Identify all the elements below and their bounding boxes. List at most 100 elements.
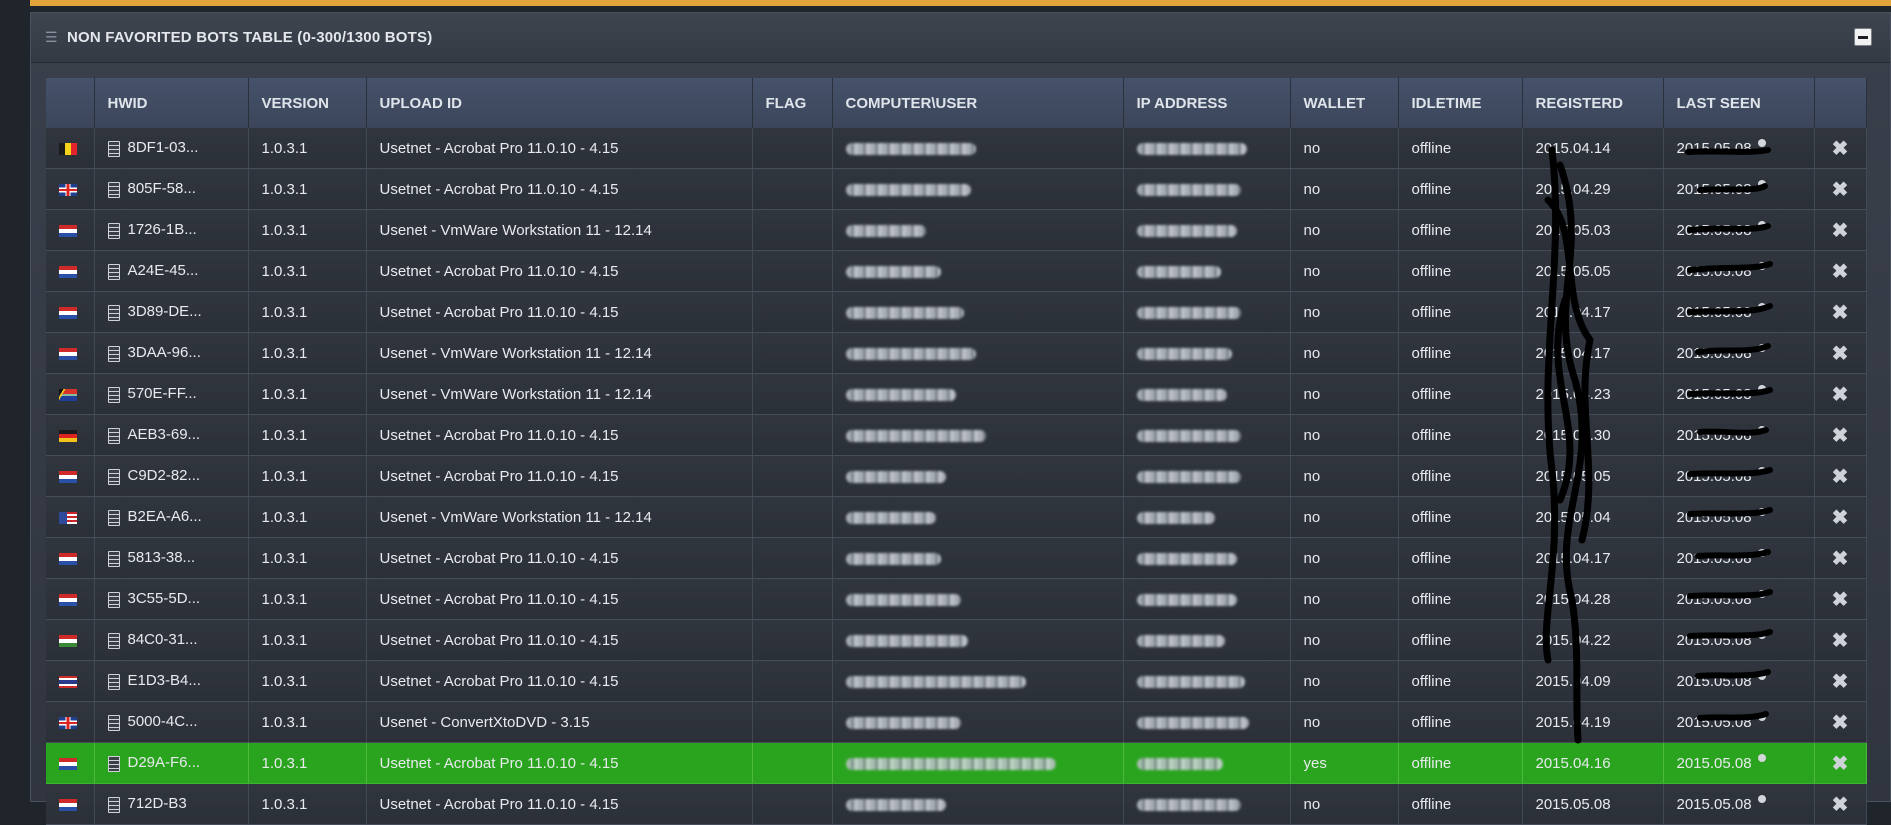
hwid-cell[interactable]: 805F-58...	[94, 168, 249, 210]
delete-button[interactable]: ✖	[1814, 373, 1867, 415]
col-header-flag[interactable]: FLAG	[752, 78, 833, 128]
table-row[interactable]: 84C0-31... 1.0.3.1 Usetnet - Acrobat Pro 1…	[46, 619, 1867, 661]
delete-button[interactable]: ✖	[1814, 619, 1867, 661]
delete-button[interactable]: ✖	[1814, 783, 1867, 825]
close-icon[interactable]: ✖	[1832, 179, 1849, 201]
document-icon[interactable]	[107, 550, 120, 567]
document-icon[interactable]	[107, 673, 120, 690]
delete-button[interactable]: ✖	[1814, 168, 1867, 210]
delete-button[interactable]: ✖	[1814, 250, 1867, 292]
table-row[interactable]: A24E-45... 1.0.3.1 Usetnet - Acrobat Pro 1…	[46, 250, 1867, 292]
document-icon[interactable]	[107, 755, 120, 772]
document-icon[interactable]	[107, 714, 120, 731]
document-icon[interactable]	[107, 181, 120, 198]
col-header-computer-user[interactable]: COMPUTER\USER	[832, 78, 1124, 128]
col-header-hwid[interactable]: HWID	[94, 78, 249, 128]
table-row[interactable]: 1726-1B... 1.0.3.1 Usenet - VmWare Worksta…	[46, 209, 1867, 251]
close-icon[interactable]: ✖	[1832, 466, 1849, 488]
table-row[interactable]: 8DF1-03... 1.0.3.1 Usetnet - Acrobat Pro 1…	[46, 128, 1867, 169]
close-icon[interactable]: ✖	[1832, 794, 1849, 816]
close-icon[interactable]: ✖	[1832, 753, 1849, 775]
close-icon[interactable]: ✖	[1832, 384, 1849, 406]
close-icon[interactable]: ✖	[1832, 671, 1849, 693]
delete-button[interactable]: ✖	[1814, 701, 1867, 743]
col-header-country[interactable]	[46, 78, 95, 128]
table-row[interactable]: E1D3-B4... 1.0.3.1 Usetnet - Acrobat Pro 1…	[46, 660, 1867, 702]
document-icon[interactable]	[107, 386, 120, 403]
delete-button[interactable]: ✖	[1814, 291, 1867, 333]
hwid-cell[interactable]: B2EA-A6...	[94, 496, 249, 538]
upload-id-cell: Usetnet - Acrobat Pro 11.0.10 - 4.15	[366, 168, 753, 210]
close-icon[interactable]: ✖	[1832, 261, 1849, 283]
table-row[interactable]: C9D2-82... 1.0.3.1 Usetnet - Acrobat Pro 1…	[46, 455, 1867, 497]
document-icon[interactable]	[107, 468, 120, 485]
hwid-cell[interactable]: 8DF1-03...	[94, 128, 249, 169]
close-icon[interactable]: ✖	[1832, 712, 1849, 734]
col-header-version[interactable]: VERSION	[248, 78, 367, 128]
delete-button[interactable]: ✖	[1814, 496, 1867, 538]
hwid-cell[interactable]: 570E-FF...	[94, 373, 249, 415]
hwid-cell[interactable]: E1D3-B4...	[94, 660, 249, 702]
table-row[interactable]: 3C55-5D... 1.0.3.1 Usetnet - Acrobat Pro 1…	[46, 578, 1867, 620]
close-icon[interactable]: ✖	[1832, 343, 1849, 365]
document-icon[interactable]	[107, 345, 120, 362]
document-icon[interactable]	[107, 509, 120, 526]
document-icon[interactable]	[107, 304, 120, 321]
close-icon[interactable]: ✖	[1832, 507, 1849, 529]
document-icon[interactable]	[107, 222, 120, 239]
hwid-cell[interactable]: 84C0-31...	[94, 619, 249, 661]
document-icon[interactable]	[107, 427, 120, 444]
delete-button[interactable]: ✖	[1814, 209, 1867, 251]
col-header-wallet[interactable]: WALLET	[1290, 78, 1399, 128]
close-icon[interactable]: ✖	[1832, 425, 1849, 447]
delete-button[interactable]: ✖	[1814, 742, 1867, 784]
delete-button[interactable]: ✖	[1814, 414, 1867, 456]
table-row[interactable]: 3D89-DE... 1.0.3.1 Usetnet - Acrobat Pro 1…	[46, 291, 1867, 333]
delete-button[interactable]: ✖	[1814, 578, 1867, 620]
hwid-cell[interactable]: AEB3-69...	[94, 414, 249, 456]
table-row[interactable]: AEB3-69... 1.0.3.1 Usetnet - Acrobat Pro 1…	[46, 414, 1867, 456]
delete-button[interactable]: ✖	[1814, 660, 1867, 702]
document-icon[interactable]	[107, 796, 120, 813]
table-row[interactable]: 570E-FF... 1.0.3.1 Usenet - VmWare Worksta…	[46, 373, 1867, 415]
delete-button[interactable]: ✖	[1814, 455, 1867, 497]
table-row[interactable]: B2EA-A6... 1.0.3.1 Usenet - VmWare Worksta…	[46, 496, 1867, 538]
document-icon[interactable]	[107, 140, 120, 157]
hwid-cell[interactable]: 5000-4C...	[94, 701, 249, 743]
table-row[interactable]: 712D-B3 1.0.3.1 Usetnet - Acrobat Pro 11.0…	[46, 783, 1867, 825]
col-header-registered[interactable]: REGISTERD	[1522, 78, 1664, 128]
table-row[interactable]: D29A-F6... 1.0.3.1 Usetnet - Acrobat Pro 1…	[46, 742, 1867, 784]
col-header-ip-address[interactable]: IP ADDRESS	[1123, 78, 1291, 128]
hwid-cell[interactable]: A24E-45...	[94, 250, 249, 292]
close-icon[interactable]: ✖	[1832, 589, 1849, 611]
hwid-cell[interactable]: C9D2-82...	[94, 455, 249, 497]
collapse-button[interactable]	[1854, 28, 1872, 46]
hwid-cell[interactable]: D29A-F6...	[94, 742, 249, 784]
hwid-cell[interactable]: 3DAA-96...	[94, 332, 249, 374]
upload-id-cell: Usenet - VmWare Workstation 11 - 12.14	[366, 496, 753, 538]
close-icon[interactable]: ✖	[1832, 630, 1849, 652]
close-icon[interactable]: ✖	[1832, 548, 1849, 570]
hwid-cell[interactable]: 3C55-5D...	[94, 578, 249, 620]
hwid-cell[interactable]: 5813-38...	[94, 537, 249, 579]
hwid-cell[interactable]: 1726-1B...	[94, 209, 249, 251]
delete-button[interactable]: ✖	[1814, 537, 1867, 579]
hwid-cell[interactable]: 712D-B3	[94, 783, 249, 825]
close-icon[interactable]: ✖	[1832, 138, 1849, 160]
col-header-last-seen[interactable]: LAST SEEN	[1663, 78, 1815, 128]
table-row[interactable]: 805F-58... 1.0.3.1 Usetnet - Acrobat Pro 1…	[46, 168, 1867, 210]
table-row[interactable]: 5813-38... 1.0.3.1 Usetnet - Acrobat Pro 1…	[46, 537, 1867, 579]
document-icon[interactable]	[107, 591, 120, 608]
col-header-idletime[interactable]: IDLETIME	[1398, 78, 1523, 128]
delete-button[interactable]: ✖	[1814, 128, 1867, 169]
close-icon[interactable]: ✖	[1832, 302, 1849, 324]
country-flag-icon	[59, 552, 77, 565]
document-icon[interactable]	[107, 632, 120, 649]
table-row[interactable]: 3DAA-96... 1.0.3.1 Usenet - VmWare Worksta…	[46, 332, 1867, 374]
col-header-upload-id[interactable]: UPLOAD ID	[366, 78, 753, 128]
delete-button[interactable]: ✖	[1814, 332, 1867, 374]
table-row[interactable]: 5000-4C... 1.0.3.1 Usenet - ConvertXtoDVD …	[46, 701, 1867, 743]
close-icon[interactable]: ✖	[1832, 220, 1849, 242]
hwid-cell[interactable]: 3D89-DE...	[94, 291, 249, 333]
document-icon[interactable]	[107, 263, 120, 280]
